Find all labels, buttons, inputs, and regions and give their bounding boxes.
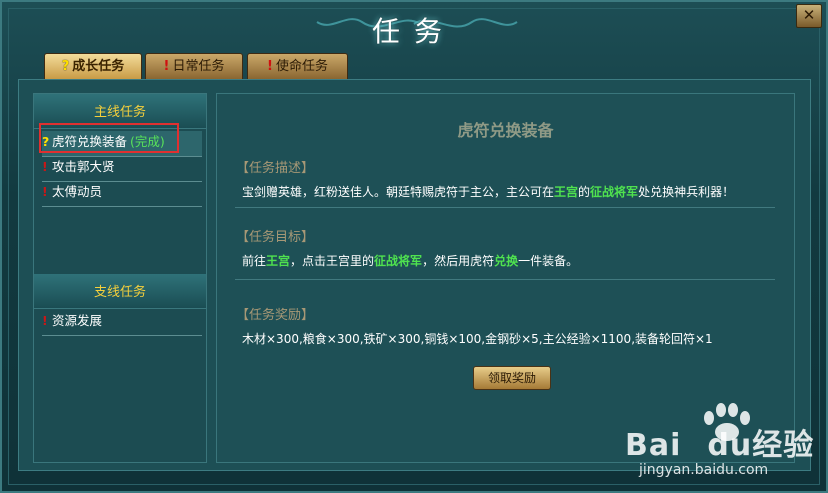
quest-title: 虎符兑换装备 — [457, 121, 554, 140]
window-title: 任务 — [371, 15, 456, 48]
quest-item-attack[interactable]: ! 攻击郭大贤 — [42, 156, 202, 182]
exclamation-icon: ! — [42, 159, 48, 174]
question-icon: ? — [61, 59, 70, 74]
tab-label: 使命任务 — [275, 59, 328, 74]
divider — [235, 279, 775, 280]
divider — [235, 207, 775, 208]
quest-item-resource[interactable]: ! 资源发展 — [42, 310, 202, 336]
side-quest-header: 支线任务 — [34, 274, 206, 309]
description-label: 【任务描述】 — [236, 161, 315, 176]
quest-item-exchange[interactable]: ? 虎符兑换装备 (完成) — [42, 131, 202, 157]
exclamation-icon: ! — [267, 59, 273, 74]
tab-label: 成长任务 — [72, 59, 125, 74]
quest-status: (完成) — [130, 134, 165, 149]
reward-label: 【任务奖励】 — [236, 308, 315, 323]
tab-growth[interactable]: ? 成长任务 — [44, 53, 142, 79]
quest-item-label: 攻击郭大贤 — [52, 159, 115, 174]
quest-item-label: 资源发展 — [52, 313, 103, 328]
close-button[interactable]: ✕ — [796, 4, 822, 28]
description-text: 宝剑赠英雄，红粉送佳人。朝廷特赐虎符于主公，主公可在王宫的征战将军处兑换神兵利器… — [242, 185, 735, 199]
quest-item-mobilize[interactable]: ! 太傅动员 — [42, 181, 202, 207]
goal-text: 前往王宫，点击王宫里的征战将军，然后用虎符兑换一件装备。 — [242, 254, 579, 268]
quest-list-panel: 主线任务 ? 虎符兑换装备 (完成) ! 攻击郭大贤 ! 太傅动员 支线任务 ! 资源发展 — [33, 93, 207, 463]
tab-daily[interactable]: ! 日常任务 — [145, 53, 243, 79]
exclamation-icon: ! — [42, 184, 48, 199]
claim-reward-button[interactable]: 领取奖励 — [473, 366, 551, 390]
question-icon: ? — [42, 134, 50, 149]
main-quest-header: 主线任务 — [34, 94, 206, 129]
exclamation-icon: ! — [42, 313, 48, 328]
exclamation-icon: ! — [163, 59, 170, 74]
quest-detail-panel: 虎符兑换装备 【任务描述】 宝剑赠英雄，红粉送佳人。朝廷特赐虎符于主公，主公可在… — [216, 93, 795, 463]
quest-item-label: 虎符兑换装备 — [52, 134, 128, 149]
reward-text: 木材×300,粮食×300,铁矿×300,铜钱×100,金钢砂×5,主公经验×1… — [242, 332, 713, 346]
tab-mission[interactable]: ! 使命任务 — [247, 53, 348, 79]
goal-label: 【任务目标】 — [236, 230, 315, 245]
title-bar: 任务 — [2, 2, 826, 48]
quest-item-label: 太傅动员 — [52, 184, 103, 199]
tab-label: 日常任务 — [172, 59, 225, 74]
